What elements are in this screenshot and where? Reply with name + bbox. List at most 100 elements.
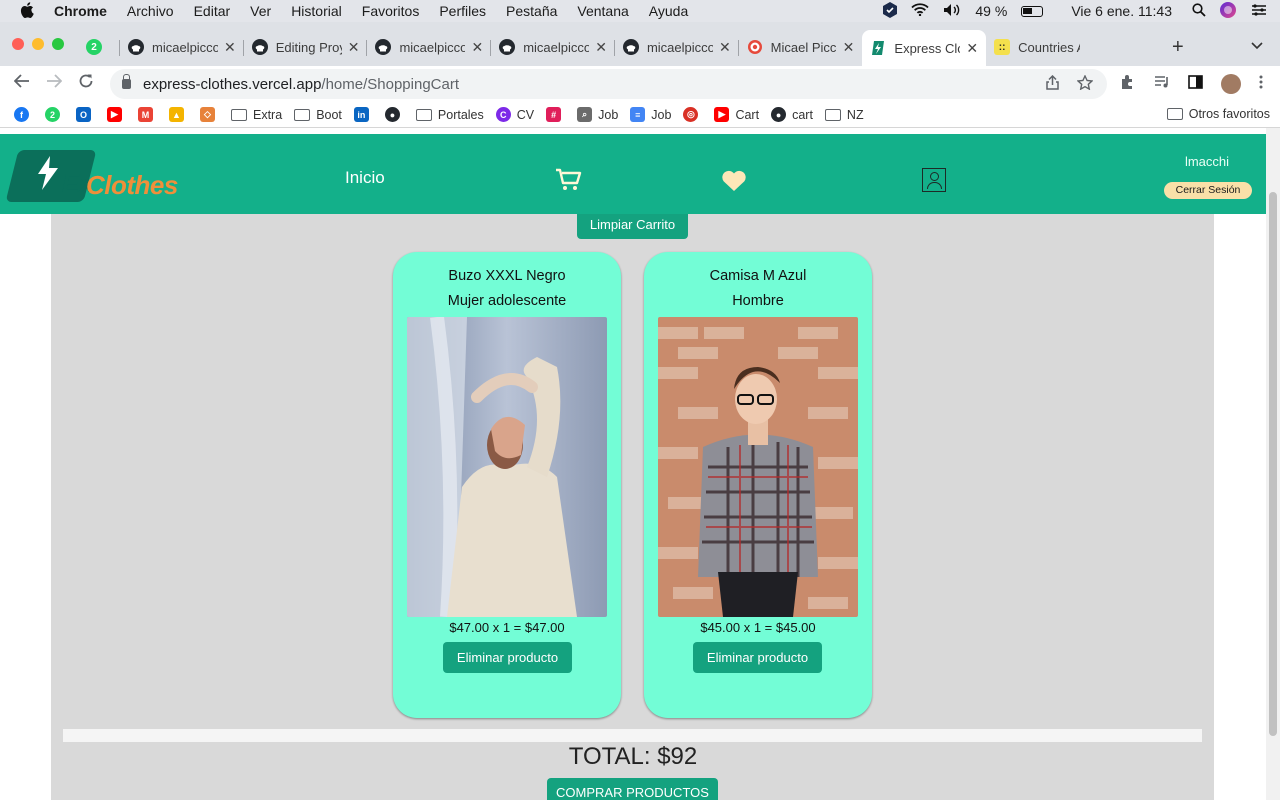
tab-title: Countries A	[1018, 39, 1081, 55]
cart-icon[interactable]	[555, 168, 583, 197]
facebook-icon: f	[14, 107, 29, 122]
menu-ventana[interactable]: Ventana	[577, 3, 628, 19]
bookmark-item[interactable]: ●	[384, 107, 406, 122]
close-tab-icon[interactable]: ✕	[348, 39, 360, 56]
nav-home-link[interactable]: Inicio	[345, 168, 385, 188]
folder-icon	[231, 108, 247, 121]
tab-title: micaelpiccol	[399, 39, 466, 55]
menu-ver[interactable]: Ver	[250, 3, 271, 19]
bookmark-item[interactable]: O	[76, 107, 97, 122]
new-tab-button[interactable]: +	[1172, 36, 1184, 59]
browser-tab[interactable]: Express Clo ✕	[862, 30, 987, 66]
close-tab-icon[interactable]: ✕	[843, 39, 855, 56]
browser-tab[interactable]: micaelpiccol ✕	[367, 31, 491, 63]
close-tab-icon[interactable]: ✕	[471, 39, 483, 56]
bookmark-item[interactable]: ◇	[200, 107, 221, 122]
browser-tab[interactable]: micaelpiccol ✕	[120, 31, 244, 63]
menu-archivo[interactable]: Archivo	[127, 3, 174, 19]
battery-icon[interactable]	[1021, 5, 1044, 17]
bookmark-item[interactable]: ▲	[169, 107, 190, 122]
bookmark-item[interactable]: ⌕ Job	[577, 107, 618, 122]
reload-button[interactable]	[78, 73, 94, 94]
browser-tab[interactable]: micaelpiccol ✕	[615, 31, 739, 63]
remove-product-button[interactable]: Eliminar producto	[443, 642, 572, 673]
browser-tab[interactable]: :: Countries A	[986, 31, 1088, 63]
tab-search-chevron-icon[interactable]	[1251, 38, 1263, 53]
bookmark-item[interactable]: f	[14, 107, 35, 122]
clear-cart-button[interactable]: Limpiar Carrito	[577, 214, 688, 239]
vpn-icon[interactable]	[883, 1, 898, 21]
menu-app-name[interactable]: Chrome	[54, 3, 107, 19]
profile-avatar[interactable]	[1221, 74, 1241, 94]
browser-tab[interactable]: Micael Picco ✕	[739, 31, 863, 63]
menu-ayuda[interactable]: Ayuda	[649, 3, 688, 19]
close-tab-icon[interactable]: ✕	[719, 39, 731, 56]
user-profile-icon[interactable]	[922, 168, 946, 192]
lock-icon[interactable]	[122, 74, 131, 89]
bookmark-item[interactable]: 2	[45, 107, 66, 122]
control-center-icon[interactable]	[1250, 3, 1268, 20]
maximize-window-button[interactable]	[52, 38, 64, 50]
browser-tab[interactable]: 2	[82, 31, 120, 63]
more-menu-icon[interactable]	[1259, 75, 1263, 93]
wifi-icon[interactable]	[911, 3, 930, 19]
forward-button[interactable]	[46, 73, 63, 94]
bookmark-item[interactable]: Extra	[231, 108, 282, 122]
menu-editar[interactable]: Editar	[194, 3, 231, 19]
bookmark-item[interactable]: ▶	[107, 107, 128, 122]
browser-tab[interactable]: micaelpiccol ✕	[491, 31, 615, 63]
bookmark-item[interactable]: C CV	[495, 107, 534, 122]
logout-button[interactable]: Cerrar Sesión	[1164, 182, 1252, 199]
product-image	[658, 317, 858, 617]
volume-icon[interactable]	[943, 3, 961, 20]
bookmark-item[interactable]: ● cart	[771, 107, 813, 122]
clock[interactable]: Vie 6 ene. 11:43	[1071, 3, 1172, 19]
close-tab-icon[interactable]: ✕	[595, 39, 607, 56]
spotlight-search-icon[interactable]	[1192, 2, 1206, 20]
menu-perfiles[interactable]: Perfiles	[439, 3, 486, 19]
back-button[interactable]	[13, 73, 30, 94]
github-icon: ●	[771, 107, 787, 122]
share-icon[interactable]	[1046, 74, 1059, 94]
browser-tab[interactable]: Editing Proy ✕	[244, 31, 368, 63]
bookmark-item[interactable]: M	[138, 107, 159, 122]
remove-product-button[interactable]: Eliminar producto	[693, 642, 822, 673]
bookmark-item[interactable]: NZ	[824, 108, 864, 122]
browser-toolbar: express-clothes.vercel.app/home/Shopping…	[0, 66, 1280, 102]
bookmark-item[interactable]: #	[546, 107, 567, 122]
close-tab-icon[interactable]: ✕	[966, 40, 978, 57]
menu-favoritos[interactable]: Favoritos	[362, 3, 420, 19]
extensions-icon[interactable]	[1120, 74, 1136, 94]
site-logo[interactable]: Ex Clothes	[5, 146, 182, 206]
minimize-window-button[interactable]	[32, 38, 44, 50]
page-scrollbar[interactable]	[1266, 128, 1280, 800]
bookmark-item[interactable]: ◎	[683, 107, 704, 122]
close-tab-icon[interactable]: ✕	[224, 39, 236, 56]
github-icon	[251, 39, 268, 55]
favorites-heart-icon[interactable]	[721, 170, 747, 197]
menu-pestana[interactable]: Pestaña	[506, 3, 557, 19]
apple-icon[interactable]	[18, 1, 36, 21]
bookmark-item[interactable]: ≡ Job	[630, 107, 671, 122]
web-page: Ex Clothes Inicio lmacchi Cerrar Sesión …	[0, 128, 1266, 800]
github-icon	[499, 39, 516, 55]
address-bar[interactable]: express-clothes.vercel.app/home/Shopping…	[110, 69, 1107, 99]
bookmark-item[interactable]: in	[353, 107, 375, 122]
bookmark-label: Extra	[253, 107, 283, 122]
bookmark-item[interactable]: ▶ Cart	[714, 107, 759, 122]
siri-icon[interactable]	[1220, 1, 1236, 21]
lightning-icon	[34, 156, 60, 198]
scrollbar-thumb[interactable]	[1269, 192, 1277, 736]
buy-products-button[interactable]: COMPRAR PRODUCTOS	[547, 778, 718, 800]
magnifier-icon: ⌕	[577, 107, 593, 122]
side-panel-icon[interactable]	[1188, 75, 1203, 93]
bookmark-item[interactable]: Boot	[294, 108, 342, 122]
bookmark-item[interactable]: Portales	[415, 108, 484, 122]
close-window-button[interactable]	[12, 38, 24, 50]
express-clothes-icon	[870, 40, 886, 56]
product-category: Mujer adolescente	[447, 293, 567, 309]
other-bookmarks[interactable]: Otros favoritos	[1166, 107, 1270, 121]
bookmark-star-icon[interactable]	[1076, 74, 1094, 94]
menu-historial[interactable]: Historial	[291, 3, 342, 19]
media-control-icon[interactable]	[1154, 75, 1170, 93]
